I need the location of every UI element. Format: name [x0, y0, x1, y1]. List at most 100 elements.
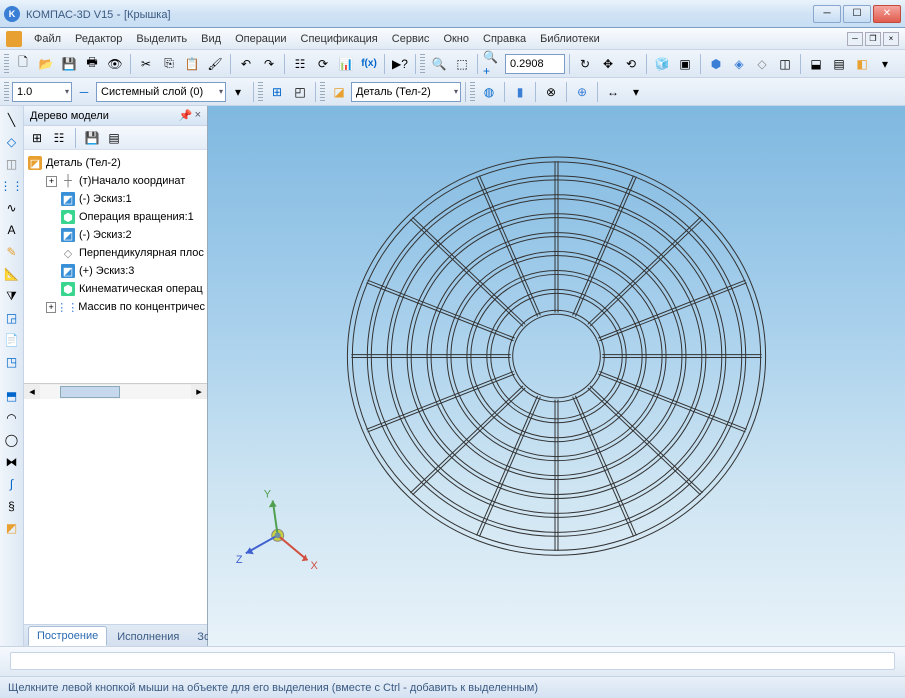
hole-tool-button[interactable]: ◯ [2, 430, 22, 450]
pattern-tool-button[interactable]: ⋮⋮ [2, 176, 22, 196]
mirror-tool-button[interactable]: ⧓ [2, 452, 22, 472]
render-mode-button[interactable]: ◍ [478, 81, 500, 103]
fillet-tool-button[interactable]: ◠ [2, 408, 22, 428]
maximize-button[interactable]: ☐ [843, 5, 871, 23]
plane-tool-button[interactable]: ◫ [2, 154, 22, 174]
mdi-close-button[interactable]: × [883, 32, 899, 46]
variables-button[interactable]: 📊 [335, 53, 357, 75]
tree-filter-button[interactable]: ☷ [50, 129, 68, 147]
refresh-view-button[interactable]: ⟲ [620, 53, 642, 75]
extrude-tool-button[interactable]: ⬒ [2, 386, 22, 406]
toolbar-grip[interactable] [420, 54, 425, 74]
report-tool-button[interactable]: 📄 [2, 330, 22, 350]
helix-tool-button[interactable]: § [2, 496, 22, 516]
tree-node-pattern[interactable]: + ⋮⋮ Массив по концентричес [26, 298, 205, 316]
copy-button[interactable]: ⎘ [158, 53, 180, 75]
active-part-button[interactable]: ◪ [328, 81, 350, 103]
part-dropdown[interactable]: Деталь (Тел-2) [351, 82, 461, 102]
measure-tool-button[interactable]: 📐 [2, 264, 22, 284]
paste-button[interactable]: 📋 [181, 53, 203, 75]
sketch-tool-button[interactable]: ✎ [2, 242, 22, 262]
orient-button[interactable]: 🧊 [651, 53, 673, 75]
tree-node-sweep[interactable]: ⬢ Кинематическая операц [26, 280, 205, 298]
tree-node-revolve[interactable]: ⬢ Операция вращения:1 [26, 208, 205, 226]
format-painter-button[interactable]: 🖌 [204, 53, 226, 75]
toolbar-grip[interactable] [470, 82, 475, 102]
zoom-fit-button[interactable]: 🔍 [428, 53, 450, 75]
scale-dropdown[interactable]: 1.0 [12, 82, 72, 102]
toolbar-grip[interactable] [4, 82, 9, 102]
properties-button[interactable]: ☷ [289, 53, 311, 75]
material-button[interactable]: ▮ [509, 81, 531, 103]
tree-node-sketch3[interactable]: ◩ (+) Эскиз:3 [26, 262, 205, 280]
menu-select[interactable]: Выделить [130, 31, 193, 47]
zoom-window-button[interactable]: ⬚ [451, 53, 473, 75]
sketch-edit-button[interactable]: ◩ [2, 518, 22, 538]
menu-operations[interactable]: Операции [229, 31, 292, 47]
sheet-tool-button[interactable]: ◳ [2, 352, 22, 372]
undo-button[interactable]: ↶ [235, 53, 257, 75]
minimize-button[interactable]: ─ [813, 5, 841, 23]
tree-save-button[interactable]: 💾 [83, 129, 101, 147]
close-button[interactable]: ✕ [873, 5, 901, 23]
tree-node-sketch2[interactable]: ◩ (-) Эскиз:2 [26, 226, 205, 244]
toolbar-grip[interactable] [258, 82, 263, 102]
clip-button[interactable]: ▤ [828, 53, 850, 75]
line-style-button[interactable]: ─ [73, 81, 95, 103]
help-pointer-button[interactable]: ▶? [389, 53, 411, 75]
rebuild-button[interactable]: ⟳ [312, 53, 334, 75]
tab-build[interactable]: Построение [28, 626, 107, 646]
menu-window[interactable]: Окно [437, 31, 475, 47]
snap-button[interactable]: ⊞ [266, 81, 288, 103]
new-button[interactable]: 🗋 [12, 53, 34, 75]
spec-tool-button[interactable]: ◲ [2, 308, 22, 328]
tree-node-sketch1[interactable]: ◩ (-) Эскиз:1 [26, 190, 205, 208]
pan-button[interactable]: ✥ [597, 53, 619, 75]
tree-root-node[interactable]: ◪ Деталь (Тел-2) [26, 154, 205, 172]
toolbar-grip[interactable] [320, 82, 325, 102]
curve-tool-button[interactable]: ∿ [2, 198, 22, 218]
save-button[interactable]: 💾 [58, 53, 80, 75]
line-tool-button[interactable]: ╲ [2, 110, 22, 130]
menu-editor[interactable]: Редактор [69, 31, 128, 47]
menu-file[interactable]: Файл [28, 31, 67, 47]
tree-list-button[interactable]: ▤ [105, 129, 123, 147]
tree-config-button[interactable]: ⊞ [28, 129, 46, 147]
shade-button[interactable]: ⬢ [705, 53, 727, 75]
dimension-button[interactable]: ↔ [602, 81, 624, 103]
layer-manage-button[interactable]: ▾ [227, 81, 249, 103]
zoom-in-button[interactable]: 🔍+ [482, 53, 504, 75]
tree-body[interactable]: ◪ Деталь (Тел-2) + ┼ (т)Начало координат… [24, 150, 207, 383]
hidden-button[interactable]: ◇ [751, 53, 773, 75]
reference-button[interactable]: ⊕ [571, 81, 593, 103]
layer-dropdown[interactable]: Системный слой (0) [96, 82, 226, 102]
tab-variants[interactable]: Исполнения [109, 628, 187, 646]
texture-button[interactable]: ◧ [851, 53, 873, 75]
preview-button[interactable]: 👁 [104, 53, 126, 75]
menu-service[interactable]: Сервис [386, 31, 436, 47]
expand-icon[interactable]: + [46, 302, 56, 313]
tree-hscroll[interactable]: ◂ ▸ [24, 383, 207, 399]
rotate-button[interactable]: ↻ [574, 53, 596, 75]
tree-pin-button[interactable]: 📌 [179, 109, 193, 122]
command-input[interactable] [10, 652, 895, 670]
toolbar-grip[interactable] [4, 54, 9, 74]
menu-spec[interactable]: Спецификация [295, 31, 384, 47]
cut-button[interactable]: ✂ [135, 53, 157, 75]
hide-button[interactable]: ⊗ [540, 81, 562, 103]
spline-tool-button[interactable]: ∫ [2, 474, 22, 494]
wireframe-button[interactable]: ◈ [728, 53, 750, 75]
mdi-minimize-button[interactable]: ─ [847, 32, 863, 46]
snap-end-button[interactable]: ◰ [289, 81, 311, 103]
iso-button[interactable]: ▣ [674, 53, 696, 75]
filter-tool-button[interactable]: ⧩ [2, 286, 22, 306]
3d-viewport[interactable]: X Y Z [208, 106, 905, 646]
more-button[interactable]: ▾ [874, 53, 896, 75]
tree-node-origin[interactable]: + ┼ (т)Начало координат [26, 172, 205, 190]
open-button[interactable]: 📂 [35, 53, 57, 75]
expand-icon[interactable]: + [46, 176, 57, 187]
section-button[interactable]: ⬓ [805, 53, 827, 75]
text-tool-button[interactable]: A [2, 220, 22, 240]
menu-libraries[interactable]: Библиотеки [534, 31, 606, 47]
menu-help[interactable]: Справка [477, 31, 532, 47]
